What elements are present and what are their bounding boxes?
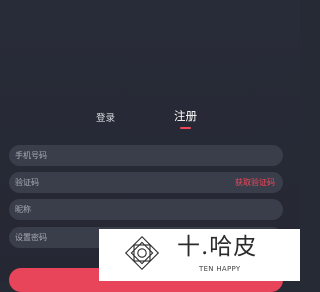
phone-input[interactable] [15,145,225,166]
register-screen: 登录 注册 获取验证码 十.哈皮 TEN HAPPY [0,0,300,292]
get-code-button[interactable]: 获取验证码 [235,177,275,188]
phone-field [9,145,283,166]
verification-code-input[interactable] [15,172,225,193]
tab-login[interactable]: 登录 [96,110,115,124]
active-tab-indicator [180,127,191,129]
logo-icon [124,235,160,271]
watermark-subtitle: TEN HAPPY [199,265,241,273]
watermark: 十.哈皮 TEN HAPPY [99,229,300,281]
watermark-brand: 十.哈皮 [177,234,258,260]
verification-code-field: 获取验证码 [9,172,283,193]
nickname-field [9,199,283,220]
tab-register[interactable]: 注册 [174,108,197,124]
auth-tabs: 登录 注册 [0,106,300,132]
nickname-input[interactable] [15,199,225,220]
